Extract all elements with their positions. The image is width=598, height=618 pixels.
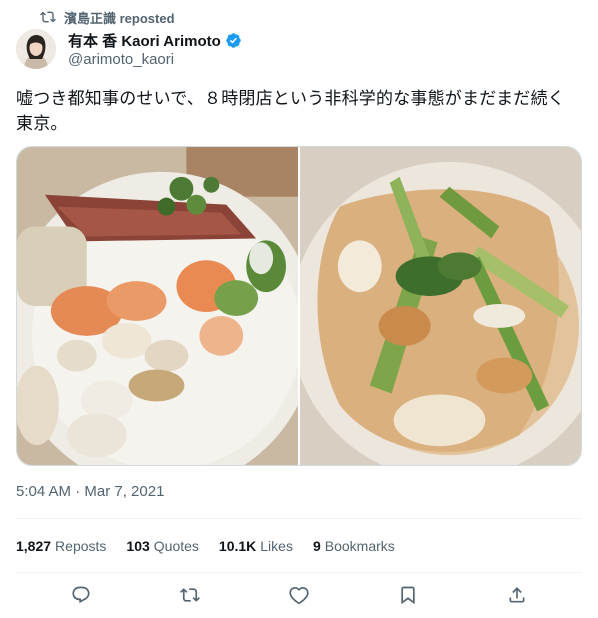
like-button[interactable] <box>282 578 316 612</box>
repost-icon <box>180 588 200 602</box>
divider <box>16 572 582 573</box>
likes-count: 10.1K <box>218 538 257 554</box>
bookmarks-stat[interactable]: 9 Bookmarks <box>313 538 395 554</box>
reply-icon <box>72 586 90 604</box>
display-name[interactable]: 有本 香 Kaori Arimoto <box>68 30 221 51</box>
photo-antipasto[interactable] <box>17 147 298 465</box>
like-icon <box>289 587 309 605</box>
repost-button[interactable] <box>173 578 207 612</box>
likes-stat[interactable]: 10.1K Likes <box>219 538 293 554</box>
reposts-count: 1,827 <box>16 538 52 554</box>
social-context-text: 濱島正識 reposted <box>64 10 175 26</box>
share-icon <box>509 587 525 603</box>
quotes-stat[interactable]: 103 Quotes <box>126 538 199 554</box>
bookmarks-label: Bookmarks <box>324 538 395 554</box>
quotes-label: Quotes <box>153 538 199 554</box>
divider <box>16 518 582 519</box>
tweet-text: 嘘つき都知事のせいで、８時閉店という非科学的な事態がまだまだ続く東京。 <box>16 89 565 133</box>
action-bar <box>16 578 582 612</box>
reposts-label: Reposts <box>55 538 107 554</box>
reply-button[interactable] <box>64 578 98 612</box>
author-block: 有本 香 Kaori Arimoto @arimoto_kaori <box>68 30 242 68</box>
social-context[interactable]: 濱島正識 reposted <box>40 7 175 27</box>
bookmarks-count: 9 <box>312 538 321 554</box>
bookmark-button[interactable] <box>391 578 425 612</box>
quotes-count: 103 <box>126 538 150 554</box>
bookmark-icon <box>401 586 415 605</box>
share-button[interactable] <box>500 578 534 612</box>
timestamp[interactable]: 5:04 AM · Mar 7, 2021 <box>16 483 164 500</box>
handle[interactable]: @arimoto_kaori <box>68 51 242 68</box>
photo-pasta[interactable] <box>300 147 581 465</box>
engagement-stats: 1,827 Reposts 103 Quotes 10.1K Likes 9 B… <box>16 536 395 556</box>
verified-badge-icon <box>226 32 241 48</box>
reposts-stat[interactable]: 1,827 Reposts <box>16 538 106 554</box>
media-grid <box>16 146 582 466</box>
likes-label: Likes <box>260 538 293 554</box>
avatar[interactable] <box>16 29 56 69</box>
repost-icon <box>40 11 56 23</box>
